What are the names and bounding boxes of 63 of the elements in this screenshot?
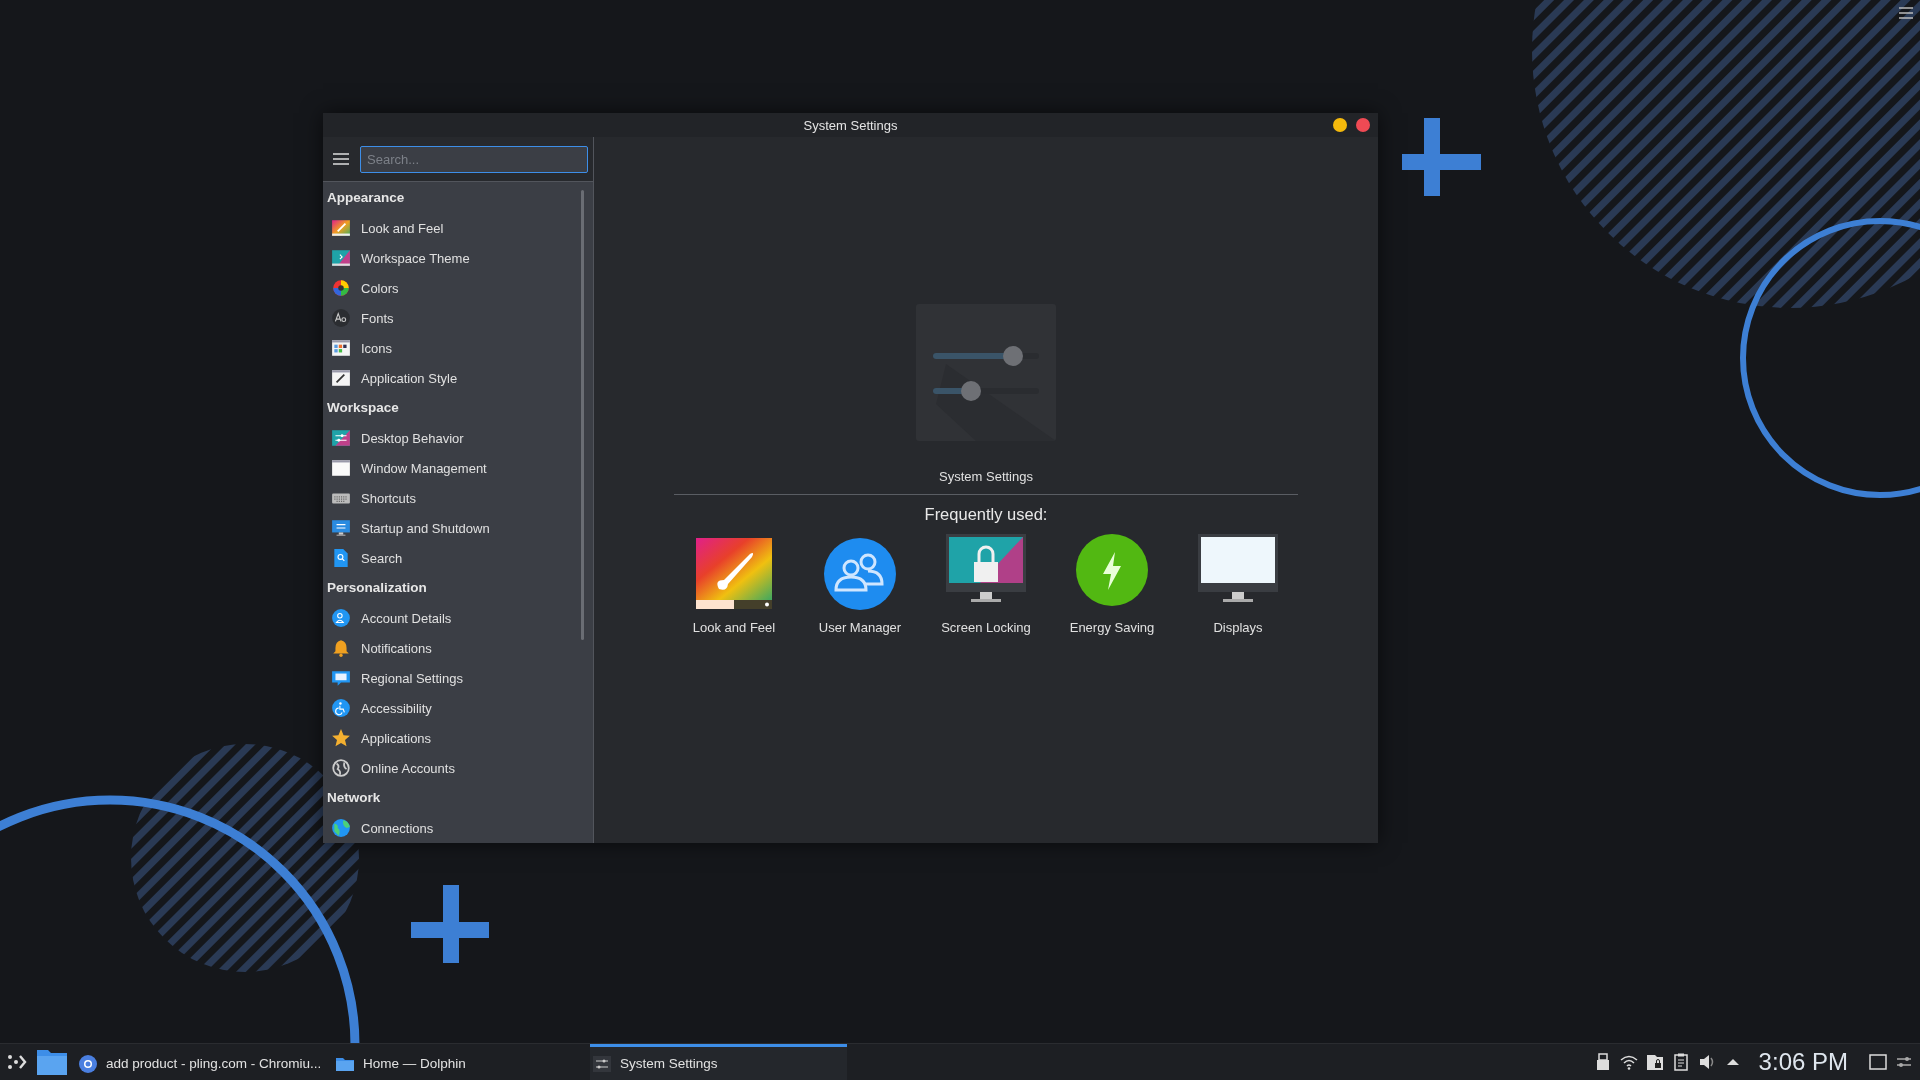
sidebar-item[interactable]: Fonts [323,303,581,333]
task-button[interactable]: System Settings [590,1044,847,1080]
user-icon [331,608,351,628]
sidebar-item[interactable]: Applications [323,723,581,753]
vault-lock-icon[interactable] [1644,1052,1665,1072]
sidebar-item[interactable]: Online Accounts [323,753,581,783]
sidebar-item[interactable]: Desktop Behavior [323,423,581,453]
speech-bubble-icon [331,668,351,688]
monitor-icon [331,518,351,538]
theme-icon [331,248,351,268]
sidebar-item[interactable]: Application Style [323,363,581,393]
minimize-button[interactable] [1333,118,1347,132]
sliders-icon [592,1053,612,1074]
task-button[interactable]: Home — Dolphin [333,1044,590,1080]
icons-icon [331,338,351,358]
sidebar-item[interactable]: Shortcuts [323,483,581,513]
pen-window-icon [331,368,351,388]
section-heading: Appearance [326,189,406,207]
show-desktop-icon[interactable] [1868,1052,1888,1072]
module-shortcut[interactable]: Displays [1175,532,1301,635]
sidebar-item[interactable]: Notifications [323,633,581,663]
color-wheel-icon [331,278,351,298]
section-heading: Personalization [326,579,428,597]
page-title: System Settings [939,469,1033,484]
sidebar-item[interactable]: Startup and Shutdown [323,513,581,543]
sidebar-item[interactable]: Connections [323,813,581,843]
search-document-icon [331,548,351,568]
menu-icon[interactable] [1898,6,1914,20]
window-title: System Settings [803,117,898,133]
module-shortcut[interactable]: Energy Saving [1049,532,1175,635]
star-icon [331,728,351,748]
module-shortcut[interactable]: Screen Locking [923,532,1049,635]
sidebar-item[interactable]: Icons [323,333,581,363]
section-heading: Network [326,789,382,807]
sidebar-item[interactable]: Search [323,543,581,573]
sidebar-item[interactable]: Window Management [323,453,581,483]
look-and-feel-icon [331,218,351,238]
sidebar-item[interactable]: Look and Feel [323,213,581,243]
menu-icon[interactable] [332,152,350,166]
scrollbar[interactable] [581,190,584,640]
sidebar-item[interactable]: Colors [323,273,581,303]
sidebar-item[interactable]: Regional Settings [323,663,581,693]
task-button[interactable]: add product - pling.com - Chromiu... [76,1044,333,1080]
desktop-sliders-icon [331,428,351,448]
globe-icon [331,758,351,778]
bell-icon [331,638,351,658]
close-button[interactable] [1356,118,1370,132]
window-icon [331,458,351,478]
browser-icon [78,1053,98,1074]
section-heading: Frequently used: [924,505,1048,524]
sidebar-item[interactable]: Accessibility [323,693,581,723]
folder-icon[interactable] [36,1048,68,1076]
globe-icon [331,818,351,838]
sidebar-item[interactable]: Account Details [323,603,581,633]
sliders-icon [916,304,1056,441]
sidebar-item[interactable]: Workspace Theme [323,243,581,273]
font-icon [331,308,351,328]
accessibility-icon [331,698,351,718]
search-field[interactable]: Search... [360,145,588,173]
module-shortcut[interactable]: Look and Feel [671,532,797,635]
module-shortcut[interactable]: User Manager [797,532,923,635]
clock[interactable]: 3:06 PM [1758,1048,1848,1076]
section-heading: Workspace [326,399,400,417]
